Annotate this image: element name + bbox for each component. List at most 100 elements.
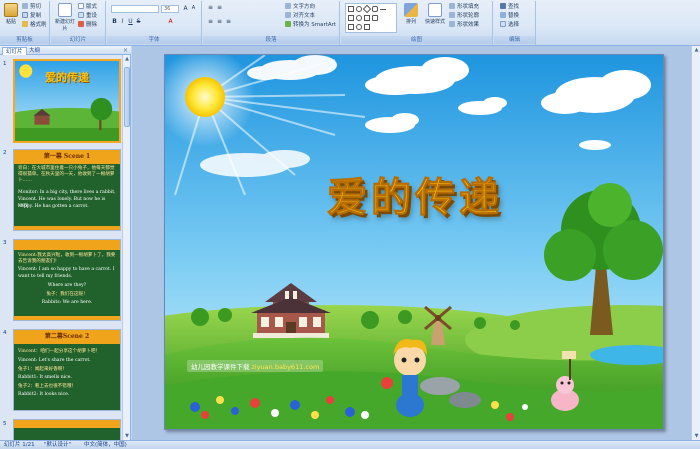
paste-button[interactable]: 粘贴 bbox=[2, 3, 20, 33]
scroll-up-icon[interactable]: ▲ bbox=[692, 46, 700, 54]
slide-thumbnail-3[interactable]: Vincent:我太高兴啦，收到一根胡萝卜了，我要去告诉我的朋友们！ Vince… bbox=[13, 239, 121, 321]
format-painter-label: 格式刷 bbox=[30, 22, 47, 28]
slide-number: 2 bbox=[3, 150, 7, 156]
shrink-font-button[interactable]: A bbox=[190, 5, 197, 12]
rounded-rect-shape-icon[interactable] bbox=[372, 6, 378, 12]
thumb-line: Rabbit1: It smells nice. bbox=[18, 375, 72, 380]
font-name-combo[interactable] bbox=[111, 5, 159, 13]
slide-counter: 幻灯片 1/21 bbox=[4, 442, 35, 448]
copy-button[interactable]: 复制 bbox=[22, 12, 41, 20]
scroll-thumb[interactable] bbox=[124, 67, 130, 127]
shapes-gallery[interactable] bbox=[345, 3, 397, 33]
clipboard-group-label: 剪贴板 bbox=[0, 36, 49, 44]
numbering-button[interactable]: ≡ bbox=[216, 4, 223, 11]
underline-button[interactable]: U bbox=[127, 18, 134, 25]
shape-effects-button[interactable]: 形状效果 bbox=[449, 21, 479, 29]
drawing-group: 排列 快速样式 形状填充 形状轮廓 形状效果 绘图 bbox=[341, 1, 493, 45]
bullets-button[interactable]: ≡ bbox=[207, 4, 214, 11]
slides-panel: 幻灯片 大纲 × 1 爱的传递 2 第一幕 Scene 1 旁白：在大城市里住着… bbox=[0, 46, 131, 440]
format-painter-button[interactable]: 格式刷 bbox=[22, 21, 47, 29]
watermark-text: 幼儿园教学课件下载 bbox=[191, 363, 250, 371]
slide-number: 1 bbox=[3, 61, 7, 67]
rectangle-shape-icon[interactable] bbox=[348, 6, 354, 12]
grow-font-button[interactable]: A bbox=[182, 5, 189, 12]
italic-button[interactable]: I bbox=[119, 18, 126, 25]
font-size-combo[interactable]: 36 bbox=[161, 5, 179, 13]
delete-button[interactable]: 删除 bbox=[78, 21, 97, 29]
slide-number: 5 bbox=[3, 421, 7, 427]
find-button[interactable]: 查找 bbox=[500, 3, 519, 11]
font-color-button[interactable]: A bbox=[167, 18, 174, 25]
scene-body bbox=[14, 428, 120, 440]
tab-slides[interactable]: 幻灯片 bbox=[2, 47, 27, 55]
arrow-shape-icon[interactable] bbox=[348, 24, 354, 30]
quick-styles-button[interactable]: 快速样式 bbox=[424, 3, 446, 33]
scroll-up-icon[interactable]: ▲ bbox=[123, 55, 131, 63]
thumb-line: Rabbits: We are here. bbox=[41, 300, 93, 305]
star-shape-icon[interactable] bbox=[356, 24, 362, 30]
square-shape-icon[interactable] bbox=[364, 15, 370, 21]
select-button[interactable]: 选择 bbox=[500, 21, 519, 29]
scroll-down-icon[interactable]: ▼ bbox=[692, 432, 700, 440]
slide-thumbnail-2[interactable]: 第一幕 Scene 1 旁白：在大城市里住着一只小兔子，他每天都觉得很孤单。在秋… bbox=[13, 149, 121, 231]
text-direction-label: 文字方向 bbox=[293, 4, 316, 10]
diamond-shape-icon[interactable] bbox=[362, 4, 372, 14]
ribbon: 粘贴 剪切 复制 格式刷 剪贴板 新建幻灯片 版式 重设 删除 幻灯片 36 A… bbox=[0, 0, 700, 46]
thumb-line: Where are they? bbox=[47, 283, 87, 288]
watermark-url: ziyuan.baby611.com bbox=[251, 363, 320, 371]
editing-group-label: 编辑 bbox=[494, 36, 535, 44]
new-slide-icon bbox=[58, 3, 72, 17]
slide-title[interactable]: 爱的传递 bbox=[165, 165, 663, 223]
language-indicator[interactable]: 中文(简体，中国) bbox=[84, 441, 127, 449]
cut-button[interactable]: 剪切 bbox=[22, 3, 41, 11]
align-right-button[interactable]: ≡ bbox=[225, 18, 232, 25]
cut-label: 剪切 bbox=[30, 4, 42, 10]
replace-button[interactable]: 替换 bbox=[500, 12, 519, 20]
font-group-label: 字体 bbox=[107, 36, 201, 44]
shape-fill-label: 形状填充 bbox=[457, 4, 480, 10]
thumb-line: 兔子1：闻起来好香啊！ bbox=[18, 367, 67, 372]
shape-fill-button[interactable]: 形状填充 bbox=[449, 3, 479, 11]
slide-number: 3 bbox=[3, 240, 7, 246]
slide-thumbnail-5[interactable] bbox=[13, 419, 121, 440]
reset-button[interactable]: 重设 bbox=[78, 12, 97, 20]
strikethrough-button[interactable]: S bbox=[135, 18, 142, 25]
smartart-button[interactable]: 转换为 SmartArt bbox=[285, 21, 336, 29]
slide-scrollbar[interactable]: ▲ ▼ bbox=[691, 46, 700, 440]
layout-button[interactable]: 版式 bbox=[78, 3, 97, 11]
panel-scrollbar[interactable]: ▲ ▼ bbox=[122, 55, 130, 440]
align-text-button[interactable]: 对齐文本 bbox=[285, 12, 315, 20]
close-icon[interactable]: × bbox=[123, 47, 128, 55]
arrange-button[interactable]: 排列 bbox=[401, 3, 421, 33]
current-slide[interactable]: 爱的传递 幼儿园教学课件下载 ziyuan.baby611.com bbox=[164, 54, 664, 430]
quick-styles-icon bbox=[428, 3, 442, 17]
text-direction-icon bbox=[285, 3, 291, 9]
thumb-title: 爱的传递 bbox=[45, 71, 89, 84]
slide-number: 4 bbox=[3, 330, 7, 336]
text-direction-button[interactable]: 文字方向 bbox=[285, 3, 315, 11]
tab-outline[interactable]: 大纲 bbox=[26, 47, 43, 55]
circle-shape-icon[interactable] bbox=[356, 15, 362, 21]
thumb-line: 兔子2：看上去也很不错哦！ bbox=[18, 384, 77, 389]
font-group: 36 A A B I U S A 字体 bbox=[107, 1, 202, 45]
scroll-down-icon[interactable]: ▼ bbox=[123, 432, 131, 440]
align-left-button[interactable]: ≡ bbox=[207, 18, 214, 25]
outline-pen-icon bbox=[449, 12, 455, 18]
line-shape-icon[interactable] bbox=[380, 9, 386, 15]
arrange-label: 排列 bbox=[405, 19, 416, 25]
align-center-button[interactable]: ≡ bbox=[216, 18, 223, 25]
slide-thumbnail-1[interactable]: 爱的传递 bbox=[13, 59, 121, 143]
slide-thumbnail-4[interactable]: 第二幕Scene 2 Vincent：咱们一起分享这个胡萝卜吧！ Vincent… bbox=[13, 329, 121, 411]
clipboard-group: 粘贴 剪切 复制 格式刷 剪贴板 bbox=[0, 1, 50, 45]
shape-outline-button[interactable]: 形状轮廓 bbox=[449, 12, 479, 20]
thumb-line: 旁白：在大城市里住着一只小兔子，他每天都觉得很孤单。在秋天里的一天，他收到了一根… bbox=[18, 166, 115, 183]
bold-button[interactable]: B bbox=[111, 18, 118, 25]
thumb-line: 兔子：我们在这呢！ bbox=[46, 292, 88, 297]
callout-shape-icon[interactable] bbox=[372, 15, 378, 21]
textbox-shape-icon[interactable] bbox=[348, 15, 354, 21]
scene-footer bbox=[14, 316, 120, 320]
brace-shape-icon[interactable] bbox=[364, 24, 370, 30]
new-slide-button[interactable]: 新建幻灯片 bbox=[55, 3, 75, 33]
layout-icon bbox=[78, 3, 84, 9]
oval-shape-icon[interactable] bbox=[356, 6, 362, 12]
